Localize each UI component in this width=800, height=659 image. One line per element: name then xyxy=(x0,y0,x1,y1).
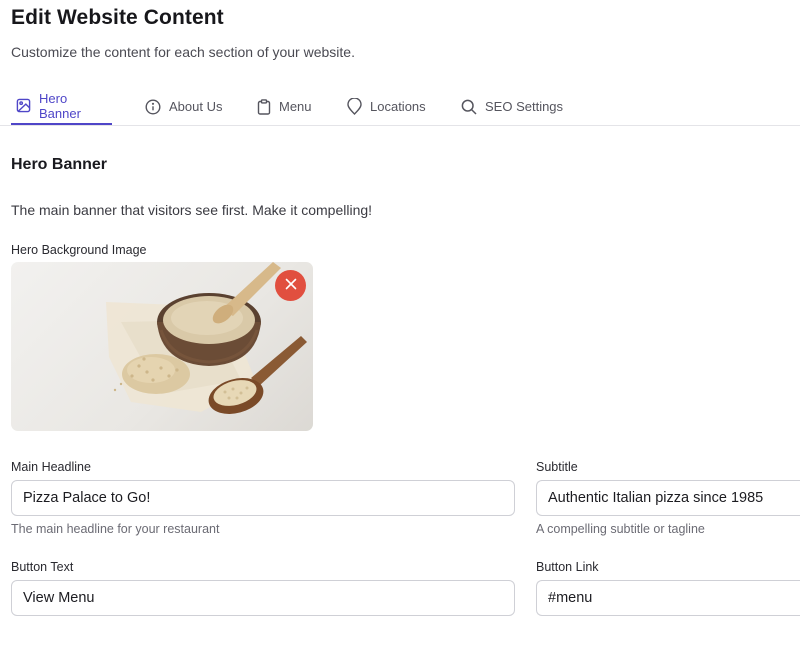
tab-label: About Us xyxy=(169,99,223,114)
tab-hero-banner[interactable]: Hero Banner xyxy=(11,88,112,125)
tab-label: SEO Settings xyxy=(485,99,564,114)
hero-image-label: Hero Background Image xyxy=(11,243,147,257)
subtitle-label: Subtitle xyxy=(536,460,578,474)
image-icon xyxy=(16,98,31,113)
remove-image-button[interactable] xyxy=(275,270,306,301)
section-description: The main banner that visitors see first.… xyxy=(11,202,373,218)
edit-website-content-page: Edit Website Content Customize the conte… xyxy=(0,0,800,659)
button-link-input[interactable] xyxy=(536,580,800,616)
tab-label: Menu xyxy=(279,99,312,114)
button-text-label: Button Text xyxy=(11,560,74,574)
close-icon xyxy=(285,277,297,295)
tab-locations[interactable]: Locations xyxy=(347,88,426,125)
map-pin-icon xyxy=(347,98,362,115)
subtitle-help: A compelling subtitle or tagline xyxy=(536,522,705,536)
main-headline-input[interactable] xyxy=(11,480,515,516)
tab-label: Hero Banner xyxy=(39,90,81,121)
info-icon xyxy=(145,98,161,115)
button-text-input[interactable] xyxy=(11,580,515,616)
button-link-label: Button Link xyxy=(536,560,599,574)
tab-about-us[interactable]: About Us xyxy=(145,88,222,125)
tab-label: Locations xyxy=(370,99,426,114)
clipboard-icon xyxy=(257,98,271,115)
tab-seo-settings[interactable]: SEO Settings xyxy=(461,88,563,125)
main-headline-label: Main Headline xyxy=(11,460,91,474)
page-subtitle: Customize the content for each section o… xyxy=(11,44,355,60)
page-title: Edit Website Content xyxy=(11,6,224,29)
search-icon xyxy=(461,99,477,115)
section-title: Hero Banner xyxy=(11,156,108,173)
hero-background-image xyxy=(11,262,313,431)
tab-bar: Hero Banner About Us Menu Locations SEO … xyxy=(0,88,800,126)
tab-menu[interactable]: Menu xyxy=(257,88,312,125)
main-headline-help: The main headline for your restaurant xyxy=(11,522,220,536)
subtitle-input[interactable] xyxy=(536,480,800,516)
